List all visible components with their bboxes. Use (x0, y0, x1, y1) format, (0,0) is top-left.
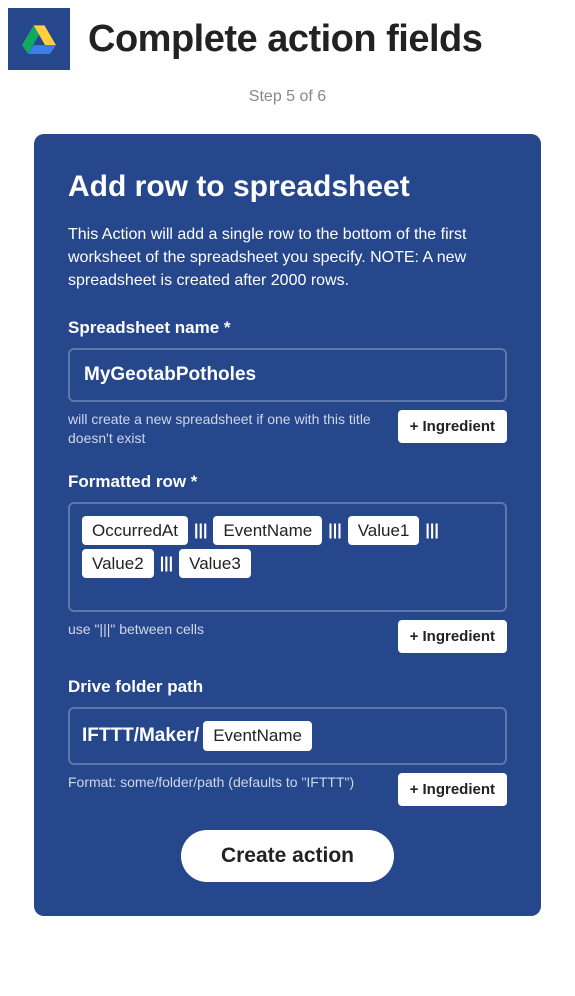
ingredient-chip[interactable]: EventName (213, 516, 322, 545)
add-ingredient-button[interactable]: + Ingredient (398, 773, 507, 806)
ingredient-chip[interactable]: EventName (203, 721, 312, 750)
separator: ||| (192, 518, 209, 544)
separator: ||| (158, 551, 175, 577)
formatted-row-label: Formatted row * (68, 472, 507, 492)
spreadsheet-name-input[interactable] (68, 348, 507, 402)
path-prefix: IFTTT/Maker/ (82, 721, 199, 751)
spreadsheet-name-hint: will create a new spreadsheet if one wit… (68, 410, 386, 448)
drive-folder-path-hint: Format: some/folder/path (defaults to "I… (68, 773, 386, 792)
drive-folder-path-label: Drive folder path (68, 677, 507, 697)
ingredient-chip[interactable]: OccurredAt (82, 516, 188, 545)
create-action-button[interactable]: Create action (181, 830, 394, 882)
field-formatted-row: Formatted row * OccurredAt ||| EventName… (68, 472, 507, 653)
ingredient-chip[interactable]: Value3 (179, 549, 251, 578)
add-ingredient-button[interactable]: + Ingredient (398, 620, 507, 653)
formatted-row-input[interactable]: OccurredAt ||| EventName ||| Value1 ||| … (68, 502, 507, 612)
card-description: This Action will add a single row to the… (68, 223, 507, 293)
card-title: Add row to spreadsheet (68, 170, 507, 205)
separator: ||| (326, 518, 343, 544)
action-card: Add row to spreadsheet This Action will … (34, 134, 541, 916)
page-title: Complete action fields (88, 18, 482, 61)
google-drive-icon (8, 8, 70, 70)
ingredient-chip[interactable]: Value1 (348, 516, 420, 545)
ingredient-chip[interactable]: Value2 (82, 549, 154, 578)
formatted-row-hint: use "|||" between cells (68, 620, 386, 639)
drive-folder-path-input[interactable]: IFTTT/Maker/ EventName (68, 707, 507, 765)
field-spreadsheet-name: Spreadsheet name * will create a new spr… (68, 318, 507, 448)
field-drive-folder-path: Drive folder path IFTTT/Maker/ EventName… (68, 677, 507, 806)
separator: ||| (423, 518, 440, 544)
step-indicator: Step 5 of 6 (0, 88, 575, 106)
add-ingredient-button[interactable]: + Ingredient (398, 410, 507, 443)
spreadsheet-name-label: Spreadsheet name * (68, 318, 507, 338)
